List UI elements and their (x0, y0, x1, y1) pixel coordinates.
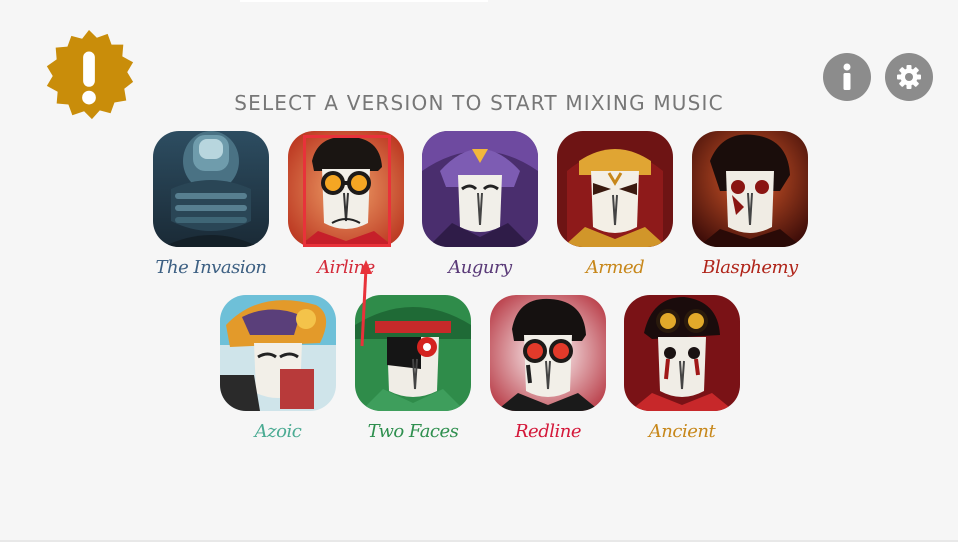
info-icon (843, 63, 851, 90)
version-label-augury: Augury (448, 257, 512, 278)
gear-icon (897, 65, 921, 89)
version-label-redline: Redline (515, 421, 582, 442)
version-tile-redline[interactable]: Redline (490, 295, 606, 442)
version-art-airline (288, 131, 404, 247)
version-label-azoic: Azoic (254, 421, 302, 442)
version-tile-augury[interactable]: Augury (422, 131, 538, 278)
version-label-two-faces: Two Faces (367, 421, 459, 442)
version-label-airline: Airline (317, 257, 375, 278)
version-art-armed (557, 131, 673, 247)
version-label-ancient: Ancient (648, 421, 716, 442)
version-art-two-faces (355, 295, 471, 411)
version-art-ancient (624, 295, 740, 411)
version-tile-armed[interactable]: Armed (557, 131, 673, 278)
top-divider (240, 0, 488, 2)
version-art-the-invasion (153, 131, 269, 247)
version-tile-the-invasion[interactable]: The Invasion (153, 131, 269, 278)
version-label-armed: Armed (585, 257, 645, 278)
version-art-augury (422, 131, 538, 247)
page-title: SELECT A VERSION TO START MIXING MUSIC (234, 91, 724, 116)
version-tile-two-faces[interactable]: Two Faces (355, 295, 471, 442)
version-label-blasphemy: Blasphemy (702, 257, 798, 278)
version-tile-airline[interactable]: Airline (288, 131, 404, 278)
version-label-the-invasion: The Invasion (155, 257, 268, 278)
version-art-blasphemy (692, 131, 808, 247)
version-art-redline (490, 295, 606, 411)
version-tile-ancient[interactable]: Ancient (624, 295, 740, 442)
version-tile-blasphemy[interactable]: Blasphemy (692, 131, 808, 278)
version-tile-azoic[interactable]: Azoic (220, 295, 336, 442)
version-art-azoic (220, 295, 336, 411)
